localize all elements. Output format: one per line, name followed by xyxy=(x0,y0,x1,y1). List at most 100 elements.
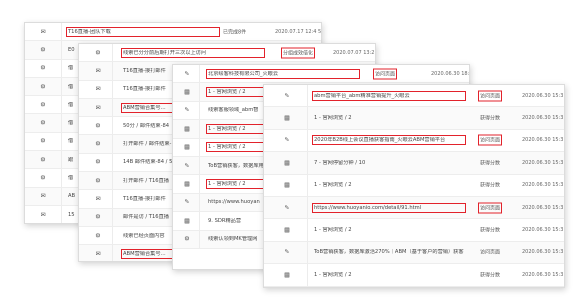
column-divider xyxy=(61,114,62,132)
activity-action: 获得分数 xyxy=(480,115,501,122)
column-divider xyxy=(112,80,113,98)
activity-row[interactable]: ✎https://www.huoyanio.com/detail/96.html… xyxy=(264,286,564,287)
activity-row[interactable]: ✉ T16直播-团队下载 已完成8件 2020.07.17 12:4 5 xyxy=(25,23,322,42)
activity-description[interactable]: 1 - 官网浏览 / 2 xyxy=(314,115,464,121)
activity-action: 已完成8件 xyxy=(223,29,247,36)
activity-row[interactable]: ✎ ToB营销获客，数据库激活270%｜ABM（基于客户的营销）获客白皮书_火眼云… xyxy=(264,241,565,265)
activity-action: 访问页面 xyxy=(477,202,503,214)
activity-timestamp: 2020.07.07 13:2 5 xyxy=(333,49,376,56)
column-divider xyxy=(199,212,200,230)
activity-action: 获得分数 xyxy=(480,182,501,189)
activity-row[interactable]: ✎ abm营销平台_abm精准营销提升_火眼云 访问页面 2020.06.30 15:… xyxy=(264,85,564,108)
activity-row[interactable]: ▦ 1 - 官网浏览 / 2 获得分数 2020.06.30 15:3 3 xyxy=(264,174,565,197)
gear-icon: ⚙ xyxy=(40,46,46,54)
activity-description[interactable]: abm营销平台_abm精准营销提升_火眼云 xyxy=(312,90,466,101)
activity-timestamp: 2020.07.17 12:4 5 xyxy=(275,28,322,35)
mail-icon: ✉ xyxy=(40,211,46,219)
column-divider xyxy=(112,135,113,153)
column-divider xyxy=(61,59,62,77)
gear-icon: ⚙ xyxy=(95,213,101,221)
column-divider xyxy=(307,85,308,107)
activity-row[interactable]: ▦ 1 - 官网浏览 / 2 获得分数 2020.06.30 15:3 1 xyxy=(264,264,565,287)
column-divider xyxy=(61,77,62,96)
activity-description[interactable]: 1 - 官网浏览 / 2 xyxy=(314,227,464,233)
activity-row[interactable]: ⚙ 线索已分分前后期打开三次以上访问 分组成效倍化 2020.07.07 13:2 5 xyxy=(79,44,376,63)
grid-icon: ▦ xyxy=(184,180,190,188)
activity-row[interactable]: ✎ 北京绘客科技有限公司_火眼云 访问页面 2020.06.30 18:1 4 xyxy=(173,65,469,84)
activity-timestamp: 2020.06.30 15:3 1 xyxy=(522,249,565,256)
gear-icon: ⚙ xyxy=(95,122,101,130)
activity-description[interactable]: 1 - 官网浏览 / 2 xyxy=(314,272,464,278)
activity-row[interactable]: ▦ 1 - 官网浏览 / 2 获得分数 2020.06.30 15:3 3 xyxy=(264,107,564,130)
column-divider xyxy=(112,190,113,208)
activity-description[interactable]: 2020年B2B线上会议直播获客指南_火眼云ABM营销平台 xyxy=(312,135,466,146)
mail-icon: ✉ xyxy=(95,85,101,93)
gear-icon: ⚙ xyxy=(40,101,46,109)
column-divider xyxy=(307,219,308,241)
activity-action: 访问页面 xyxy=(477,90,503,102)
column-divider xyxy=(307,196,308,219)
gear-icon: ⚙ xyxy=(40,137,46,145)
edit-icon: ✎ xyxy=(184,198,190,206)
activity-description[interactable]: https://www.huoyanio.com/detail/91.html xyxy=(312,202,466,213)
mail-icon: ✉ xyxy=(95,104,101,112)
activity-timestamp: 2020.06.30 15:3 3 xyxy=(522,159,565,166)
column-divider xyxy=(112,62,113,80)
activity-row[interactable]: ✎ https://www.huoyanio.com/detail/91.html… xyxy=(264,196,565,220)
column-divider xyxy=(112,117,113,135)
activity-description[interactable]: ToB营销获客，数据库激活270%｜ABM（基于客户的营销）获客白皮书_火眼云A… xyxy=(314,249,464,255)
activity-timestamp: 2020.06.30 15:3 1 xyxy=(522,271,565,278)
activity-timestamp: 2020.06.30 15:3 1 xyxy=(522,227,565,234)
activity-action: 访问页面 xyxy=(372,68,398,80)
gear-icon: ⚙ xyxy=(40,83,46,91)
column-divider xyxy=(307,264,308,286)
activity-description[interactable]: 1 - 官网浏览 / 2 xyxy=(314,182,464,188)
column-divider xyxy=(199,65,200,83)
column-divider xyxy=(61,169,62,187)
activity-action: 获得分数 xyxy=(480,272,501,279)
gear-icon: ⚙ xyxy=(40,119,46,127)
activity-row[interactable]: ▦ 7 - 官网停留分钟 / 10 获得分数 2020.06.30 15:3 3 xyxy=(264,152,565,175)
activity-description[interactable]: T16直播-团队下载 xyxy=(66,26,220,37)
grid-icon: ▦ xyxy=(284,226,290,234)
edit-icon: ✎ xyxy=(284,248,290,256)
column-divider xyxy=(307,152,308,174)
grid-icon: ▦ xyxy=(184,88,190,96)
grid-icon: ▦ xyxy=(284,114,290,122)
activity-action: 获得分数 xyxy=(480,160,501,167)
gear-icon: ⚙ xyxy=(40,64,46,72)
column-divider xyxy=(61,187,62,205)
column-divider xyxy=(199,120,200,138)
activity-description[interactable]: 北京绘客科技有限公司_火眼云 xyxy=(206,68,360,79)
activity-row[interactable]: ▦ 1 - 官网浏览 / 2 获得分数 2020.06.30 15:3 1 xyxy=(264,219,565,242)
gear-icon: ⚙ xyxy=(95,232,101,240)
gear-icon: ⚙ xyxy=(40,174,46,182)
column-divider xyxy=(199,175,200,193)
gear-icon: ⚙ xyxy=(40,156,46,164)
column-divider xyxy=(307,286,308,287)
grid-icon: ▦ xyxy=(184,143,190,151)
column-divider xyxy=(307,107,308,129)
column-divider xyxy=(61,151,62,169)
grid-icon: ▦ xyxy=(284,159,290,167)
activity-timestamp: 2020.06.30 15:3 3 xyxy=(522,182,565,189)
activity-action: 访问页面 xyxy=(480,249,501,256)
activity-row[interactable]: ✎ 2020年B2B线上会议直播获客指南_火眼云ABM营销平台 访问页面 2020.0… xyxy=(264,129,564,153)
grid-icon: ▦ xyxy=(284,181,290,189)
column-divider xyxy=(307,174,308,196)
column-divider xyxy=(112,98,113,117)
activity-description[interactable]: 线索已分分前后期打开三次以上访问 xyxy=(121,47,265,58)
column-divider xyxy=(61,96,62,114)
mail-icon: ✉ xyxy=(95,195,101,203)
column-divider xyxy=(61,23,62,41)
activity-panel-4: ✎ abm营销平台_abm精准营销提升_火眼云 访问页面 2020.06.30 15:… xyxy=(263,84,565,288)
gear-icon: ⚙ xyxy=(95,158,101,166)
activity-description[interactable]: 7 - 官网停留分钟 / 10 xyxy=(314,160,464,166)
activity-timestamp: 2020.06.30 15:3 3 xyxy=(522,204,565,211)
column-divider xyxy=(307,129,308,152)
column-divider xyxy=(112,44,113,62)
activity-action: 访问页面 xyxy=(477,134,503,146)
gear-icon: ⚙ xyxy=(95,49,101,57)
mail-icon: ✉ xyxy=(95,67,101,75)
column-divider xyxy=(307,241,308,264)
